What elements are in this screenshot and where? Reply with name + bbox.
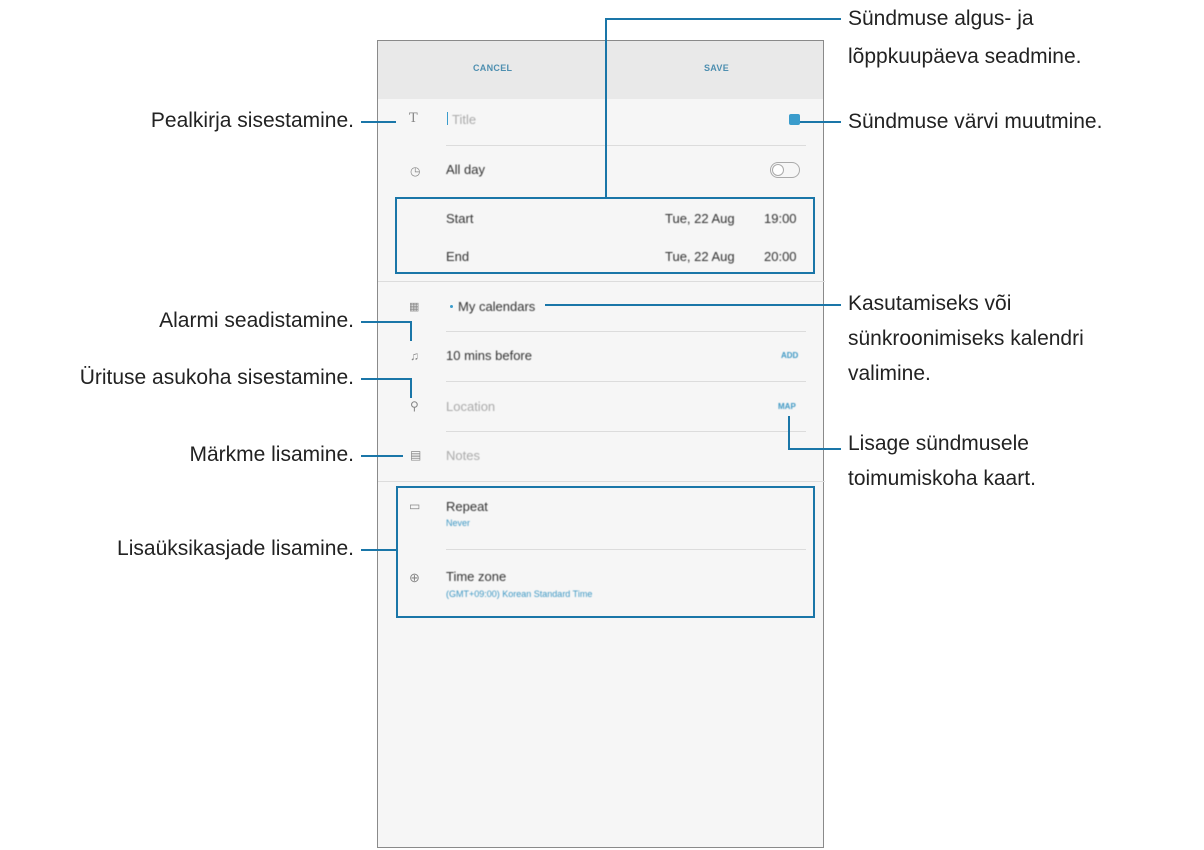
text-cursor [447,112,448,125]
clock-icon: ◷ [410,164,421,178]
location-pin-icon: ⚲ [410,399,419,413]
leader-line [605,18,841,20]
save-button[interactable]: SAVE [704,63,729,73]
leader-line [410,378,412,398]
map-button[interactable]: MAP [778,402,796,411]
notes-input[interactable]: Notes [446,448,480,463]
cancel-button[interactable]: CANCEL [473,63,512,73]
leader-line [361,549,396,551]
toggle-knob [772,164,784,176]
reminder-value[interactable]: 10 mins before [446,348,532,363]
leader-line [410,321,412,341]
calendar-icon: ▦ [409,301,420,313]
details-highlight-box [396,486,815,618]
annotation-notes: Märkme lisamine. [189,443,354,466]
add-reminder-button[interactable]: ADD [781,351,798,360]
annotation-map-2: toimumiskoha kaart. [848,467,1036,490]
divider [446,431,806,432]
annotation-details: Lisaüksikasjade lisamine. [117,537,354,560]
annotation-calendar-3: valimine. [848,362,931,385]
annotation-dates-2: lõppkuupäeva seadmine. [848,45,1082,68]
leader-line [361,378,412,380]
annotation-location: Ürituse asukoha sisestamine. [79,366,354,389]
leader-line [788,416,790,450]
annotation-alarm: Alarmi seadistamine. [159,309,354,332]
location-input[interactable]: Location [446,399,495,414]
title-input[interactable]: Title [452,112,476,127]
phone-screen: CANCEL SAVE T Title ◷ All day Start Tue,… [377,40,825,848]
notes-icon: ▤ [410,448,422,462]
annotation-calendar-1: Kasutamiseks või [848,292,1012,315]
leader-line [800,121,841,123]
leader-line [788,448,841,450]
calendar-color-dot [450,305,453,308]
divider [446,331,806,332]
annotation-color: Sündmuse värvi muutmine. [848,110,1103,133]
text-icon: T [409,111,418,126]
divider [378,281,825,282]
bell-icon: ♫ [410,349,419,363]
all-day-toggle[interactable] [770,162,800,178]
date-highlight-box [395,197,815,274]
action-bar: CANCEL SAVE [378,41,823,99]
calendar-select[interactable]: My calendars [458,299,535,314]
leader-line [361,121,396,123]
leader-line [605,18,607,198]
annotation-calendar-2: sünkroonimiseks kalendri [848,327,1084,350]
leader-line [361,321,412,323]
leader-line [545,304,841,306]
divider [446,381,806,382]
divider [446,145,806,146]
annotation-title-input: Pealkirja sisestamine. [150,109,354,132]
annotation-dates-1: Sündmuse algus- ja [848,7,1034,30]
all-day-label: All day [446,162,486,177]
event-color-button[interactable] [789,114,800,125]
divider [378,481,825,482]
leader-line [361,455,403,457]
annotation-map-1: Lisage sündmusele [848,432,1029,455]
